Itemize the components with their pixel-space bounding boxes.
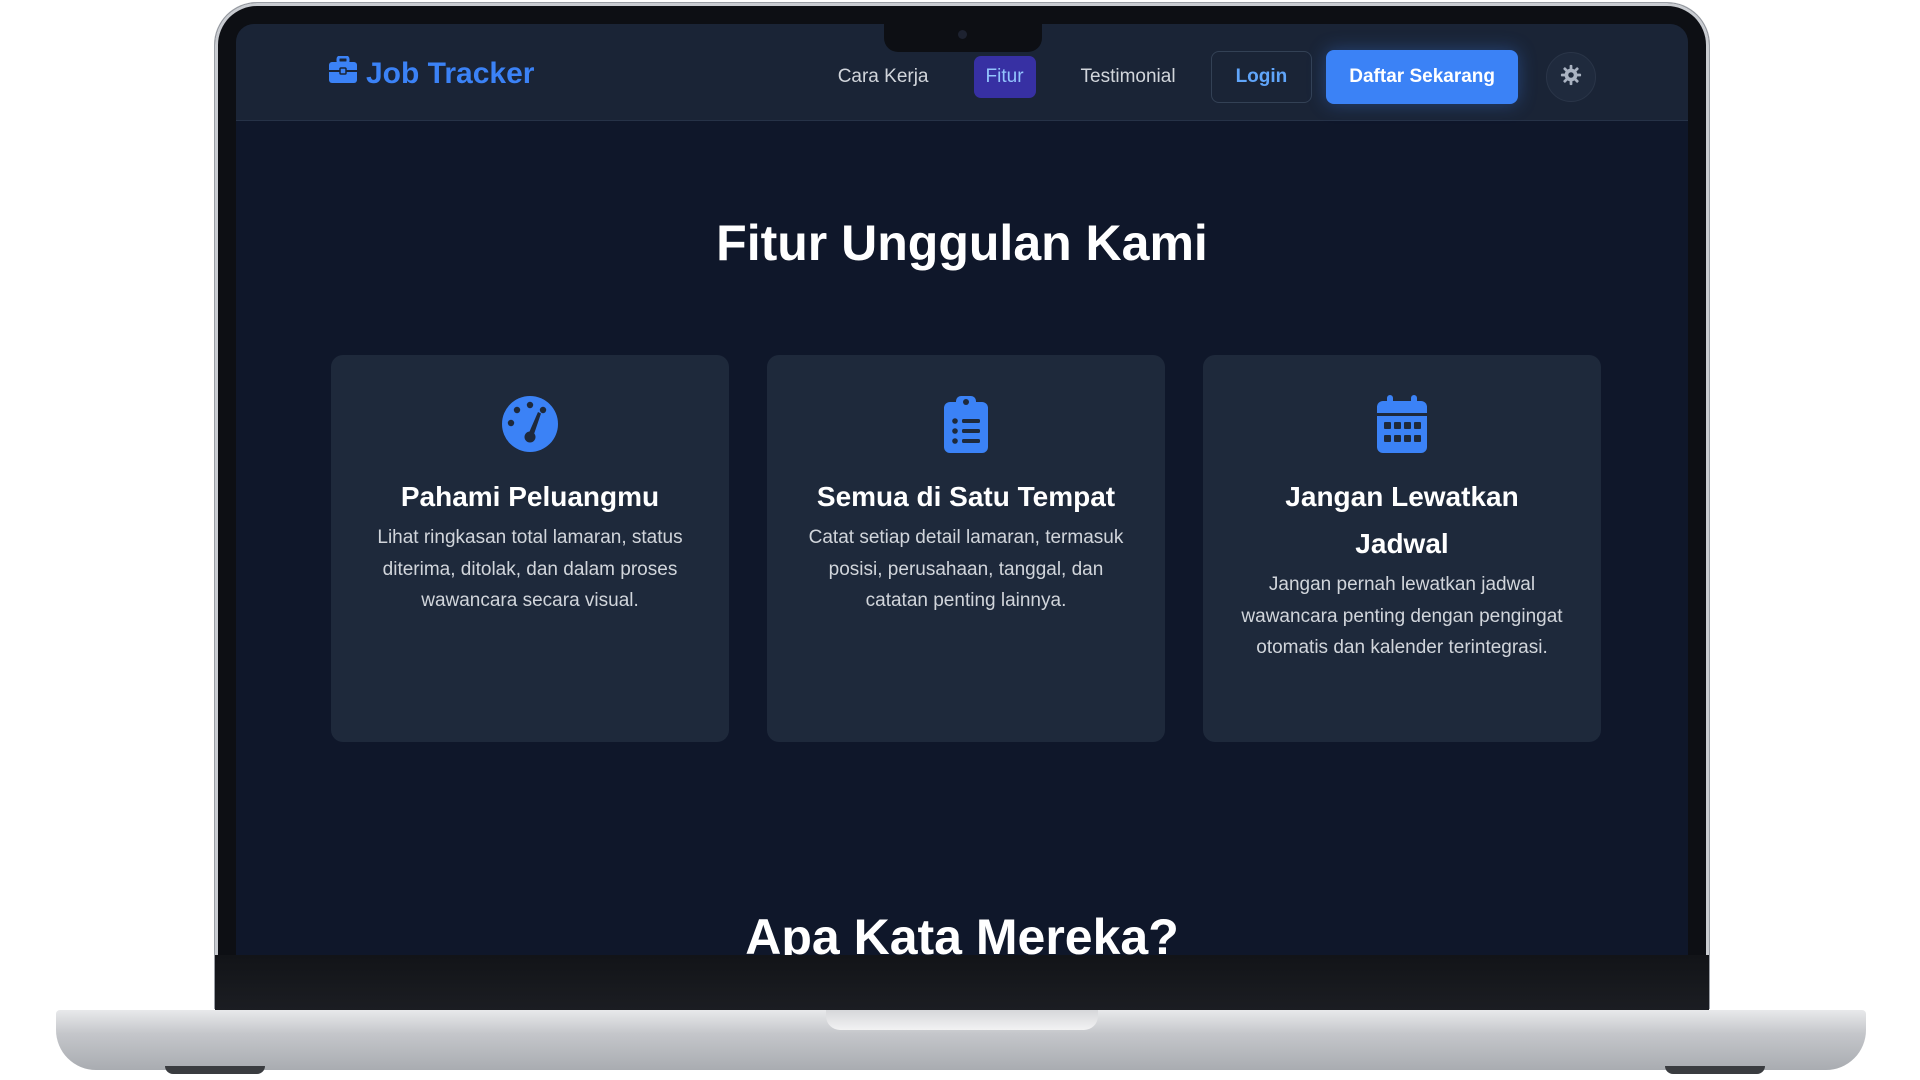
browser-viewport: Job Tracker Cara Kerja Fitur Testimonial…	[236, 24, 1688, 955]
briefcase-icon	[328, 55, 358, 92]
feature-card-title: Pahami Peluangmu	[400, 481, 660, 512]
login-button[interactable]: Login	[1210, 51, 1313, 103]
feature-card-description: Jangan pernah lewatkan jadwal wawancara …	[1241, 574, 1563, 658]
settings-button[interactable]	[1546, 52, 1596, 102]
nav-links: Cara Kerja Fitur Testimonial Login Dafta…	[813, 50, 1596, 104]
brand-name: Job Tracker	[366, 57, 535, 90]
feature-card: Semua di Satu Tempat Catat setiap detail…	[767, 355, 1165, 742]
camera-icon	[958, 30, 967, 39]
gauge-icon	[367, 393, 693, 455]
feature-card-description: Catat setiap detail lamaran, termasuk po…	[808, 527, 1124, 611]
camera-notch	[884, 22, 1042, 52]
laptop-foot	[1665, 1066, 1765, 1074]
feature-card-title: Jangan Lewatkan Jadwal	[1285, 481, 1519, 559]
feature-card: Jangan Lewatkan Jadwal Jangan pernah lew…	[1203, 355, 1601, 742]
feature-card: Pahami Peluangmu Lihat ringkasan total l…	[331, 355, 729, 742]
signup-button[interactable]: Daftar Sekarang	[1326, 50, 1518, 104]
laptop-hinge	[215, 955, 1709, 1010]
calendar-icon	[1239, 393, 1565, 455]
clipboard-list-icon	[803, 393, 1129, 455]
gear-icon	[1560, 64, 1582, 91]
laptop-foot	[165, 1066, 265, 1074]
testimonials-title: Apa Kata Mereka?	[745, 909, 1179, 955]
feature-card-title: Semua di Satu Tempat	[816, 481, 1116, 512]
feature-card-description: Lihat ringkasan total lamaran, status di…	[377, 527, 683, 611]
brand-logo[interactable]: Job Tracker	[328, 55, 535, 92]
trackpad-notch	[826, 1010, 1098, 1030]
nav-link-testimonial[interactable]: Testimonial	[1069, 56, 1188, 98]
features-title: Fitur Unggulan Kami	[716, 215, 1208, 271]
laptop-base	[56, 1010, 1866, 1070]
nav-link-fitur[interactable]: Fitur	[973, 56, 1036, 98]
nav-link-cara-kerja[interactable]: Cara Kerja	[826, 56, 941, 98]
